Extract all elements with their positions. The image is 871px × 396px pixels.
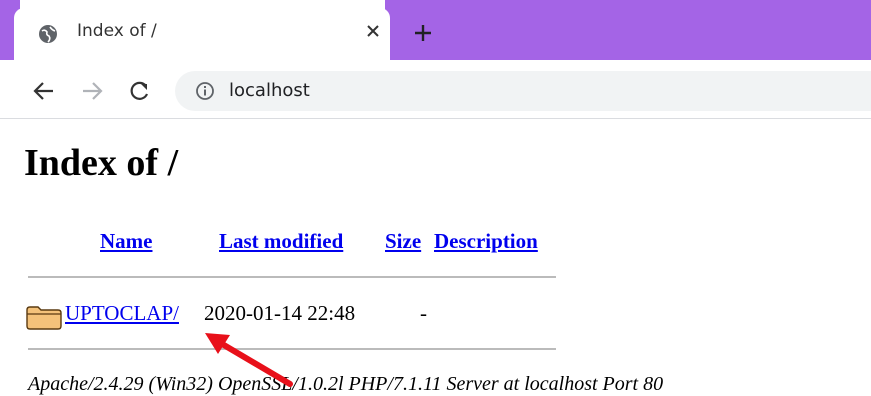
page-content: Index of / Name Last modified Size Descr… (0, 119, 871, 395)
tab-active[interactable]: Index of / (14, 8, 390, 60)
reload-icon[interactable] (128, 80, 152, 102)
address-bar[interactable]: localhost (175, 71, 871, 111)
back-arrow-icon[interactable] (32, 80, 56, 102)
tab-strip: Index of / (0, 0, 871, 60)
folder-link[interactable]: UPTOCLAP/ (65, 301, 179, 326)
globe-icon (39, 25, 57, 43)
column-size-link[interactable]: Size (385, 229, 421, 254)
info-icon[interactable] (195, 81, 215, 101)
tab-strip-background (385, 0, 871, 60)
divider (28, 276, 556, 278)
divider (28, 348, 556, 350)
column-description-link[interactable]: Description (434, 229, 538, 254)
last-modified-cell: 2020-01-14 22:48 (204, 301, 356, 325)
tab-title: Index of / (77, 21, 157, 41)
page-title: Index of / (24, 142, 179, 184)
column-last-modified-link[interactable]: Last modified (219, 229, 343, 254)
folder-icon (26, 306, 62, 330)
browser-toolbar: localhost (0, 60, 871, 119)
close-icon[interactable] (364, 22, 382, 40)
size-cell: - (420, 301, 427, 325)
forward-arrow-icon[interactable] (80, 80, 104, 102)
column-name-link[interactable]: Name (100, 229, 152, 254)
url-text: localhost (229, 80, 310, 101)
new-tab-button[interactable] (412, 22, 434, 44)
server-signature: Apache/2.4.29 (Win32) OpenSSL/1.0.2l PHP… (28, 373, 664, 395)
